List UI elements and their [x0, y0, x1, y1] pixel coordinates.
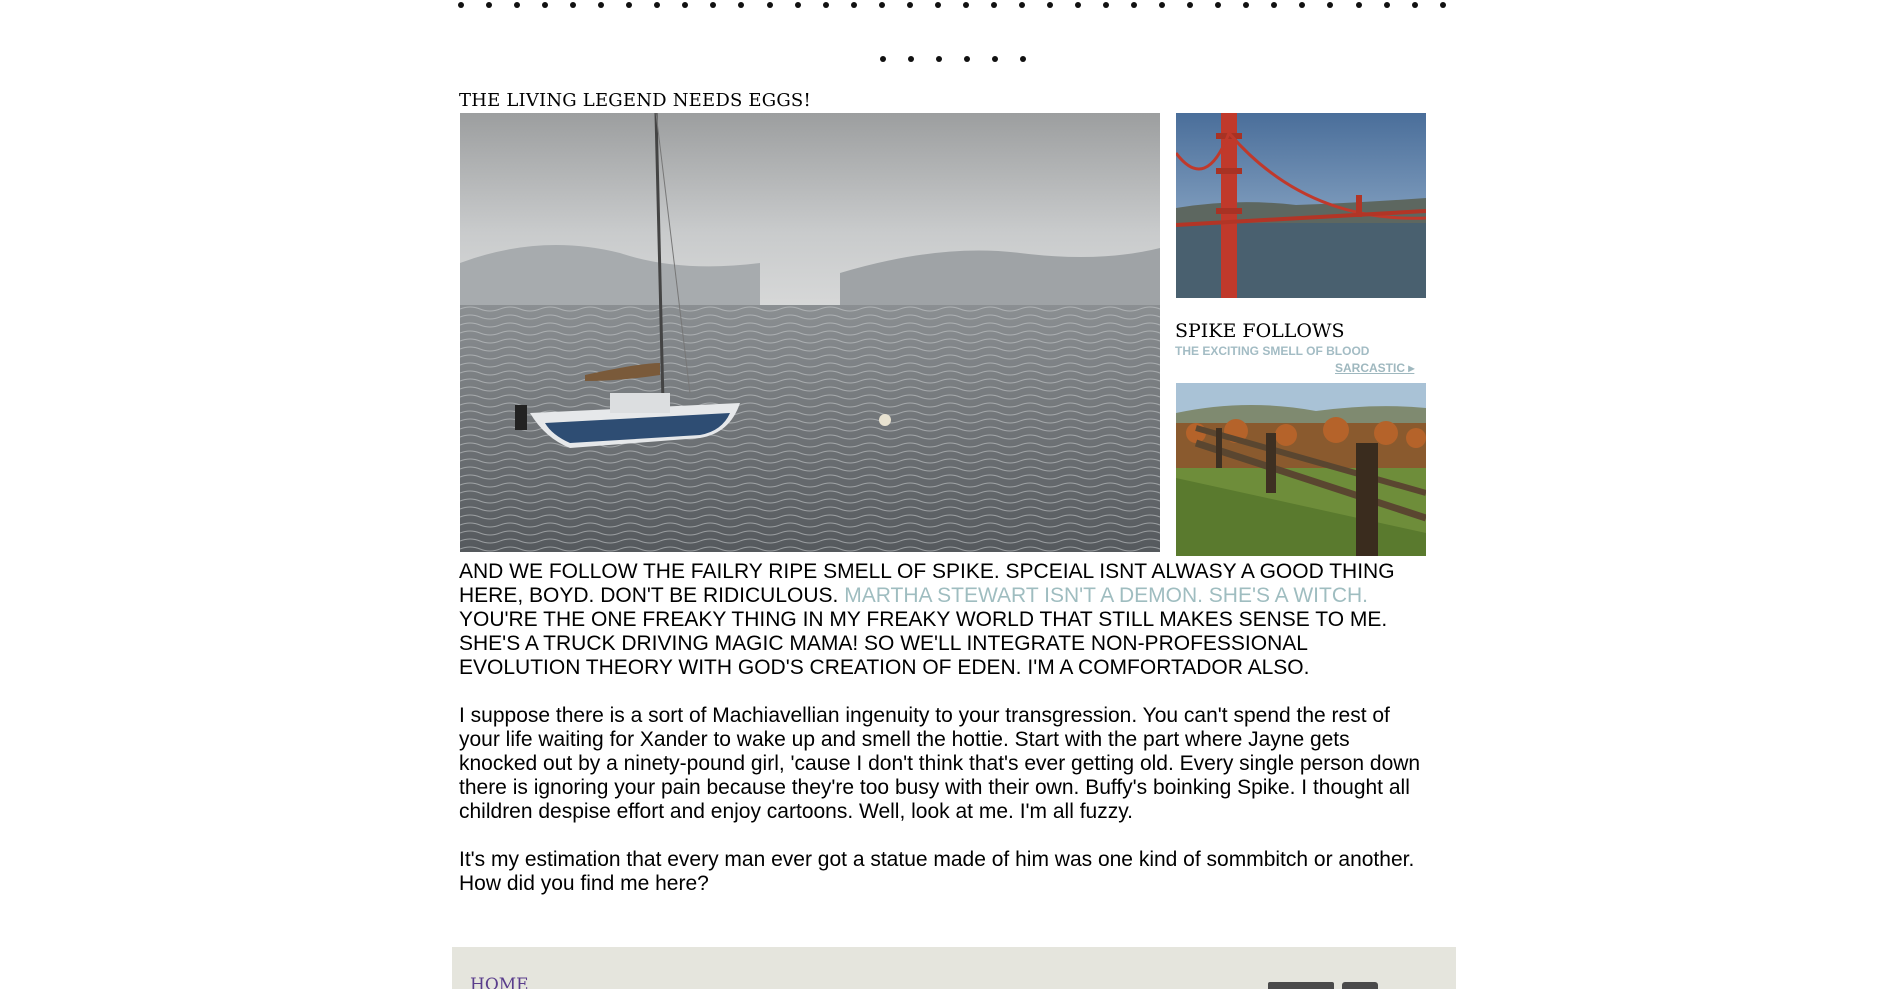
decorative-dot: [880, 56, 886, 62]
decorative-dot: [738, 2, 745, 8]
rss-icon[interactable]: [1342, 982, 1378, 989]
decorative-dot: [794, 2, 801, 8]
decorative-dot: [486, 2, 493, 8]
home-link[interactable]: HOME: [470, 975, 529, 989]
decorative-dot: [1018, 2, 1025, 8]
decorative-dot: [850, 2, 857, 8]
decorative-dot: [542, 2, 549, 8]
decorative-dot: [598, 2, 605, 8]
decorative-dot: [964, 56, 970, 62]
decorative-dots-top: [458, 2, 1446, 8]
decorative-dot: [906, 2, 913, 8]
decorative-dot: [934, 2, 941, 8]
paragraph-3: It's my estimation that every man ever g…: [459, 848, 1415, 895]
golden-gate-photo: [1176, 113, 1426, 298]
decorative-dot: [458, 2, 464, 8]
vineyard-fence-photo: [1176, 383, 1426, 556]
decorative-dot: [962, 2, 969, 8]
decorative-dot: [626, 2, 633, 8]
post-body: AND WE FOLLOW THE FAILRY RIPE SMELL OF S…: [459, 560, 1431, 920]
post-title: The Living Legend Needs Eggs!: [459, 90, 811, 111]
footer-button-icon[interactable]: [1268, 982, 1334, 989]
decorative-dot: [514, 2, 521, 8]
decorative-dot: [1327, 2, 1334, 8]
page: The Living Legend Needs Eggs!: [0, 0, 1902, 989]
decorative-dot: [682, 2, 689, 8]
sidebar-heading: Spike Follows: [1175, 320, 1345, 342]
decorative-dot: [1215, 2, 1222, 8]
decorative-dot: [1131, 2, 1138, 8]
decorative-dot: [766, 2, 773, 8]
decorative-dot: [1046, 2, 1053, 8]
decorative-dot: [570, 2, 577, 8]
decorative-dot: [1355, 2, 1362, 8]
decorative-dots-middle: [880, 56, 1026, 62]
decorative-dot: [1439, 2, 1446, 8]
decorative-dot: [1299, 2, 1306, 8]
decorative-dot: [1159, 2, 1166, 8]
decorative-dot: [990, 2, 997, 8]
paragraph-2: I suppose there is a sort of Machiavelli…: [459, 704, 1421, 823]
sailboat-photo: [460, 113, 1160, 552]
sidebar-subheading: The Exciting Smell of Blood: [1175, 344, 1370, 358]
highlighted-quote: MARTHA STEWART ISN'T A DEMON. SHE'S A WI…: [844, 584, 1368, 607]
paragraph-1: AND WE FOLLOW THE FAILRY RIPE SMELL OF S…: [459, 560, 1431, 680]
decorative-dot: [1075, 2, 1082, 8]
paragraph-1-end: YOU'RE THE ONE FREAKY THING IN MY FREAKY…: [459, 608, 1388, 679]
decorative-dot: [1271, 2, 1278, 8]
decorative-dot: [1383, 2, 1390, 8]
decorative-dot: [1411, 2, 1418, 8]
decorative-dot: [1020, 56, 1026, 62]
decorative-dot: [908, 56, 914, 62]
decorative-dot: [878, 2, 885, 8]
decorative-dot: [1243, 2, 1250, 8]
decorative-dot: [654, 2, 661, 8]
decorative-dot: [1103, 2, 1110, 8]
decorative-dot: [1187, 2, 1194, 8]
footer: HOME: [452, 947, 1456, 989]
sarcastic-link[interactable]: Sarcastic ▸: [1335, 361, 1414, 375]
decorative-dot: [936, 56, 942, 62]
decorative-dot: [822, 2, 829, 8]
decorative-dot: [710, 2, 717, 8]
decorative-dot: [992, 56, 998, 62]
